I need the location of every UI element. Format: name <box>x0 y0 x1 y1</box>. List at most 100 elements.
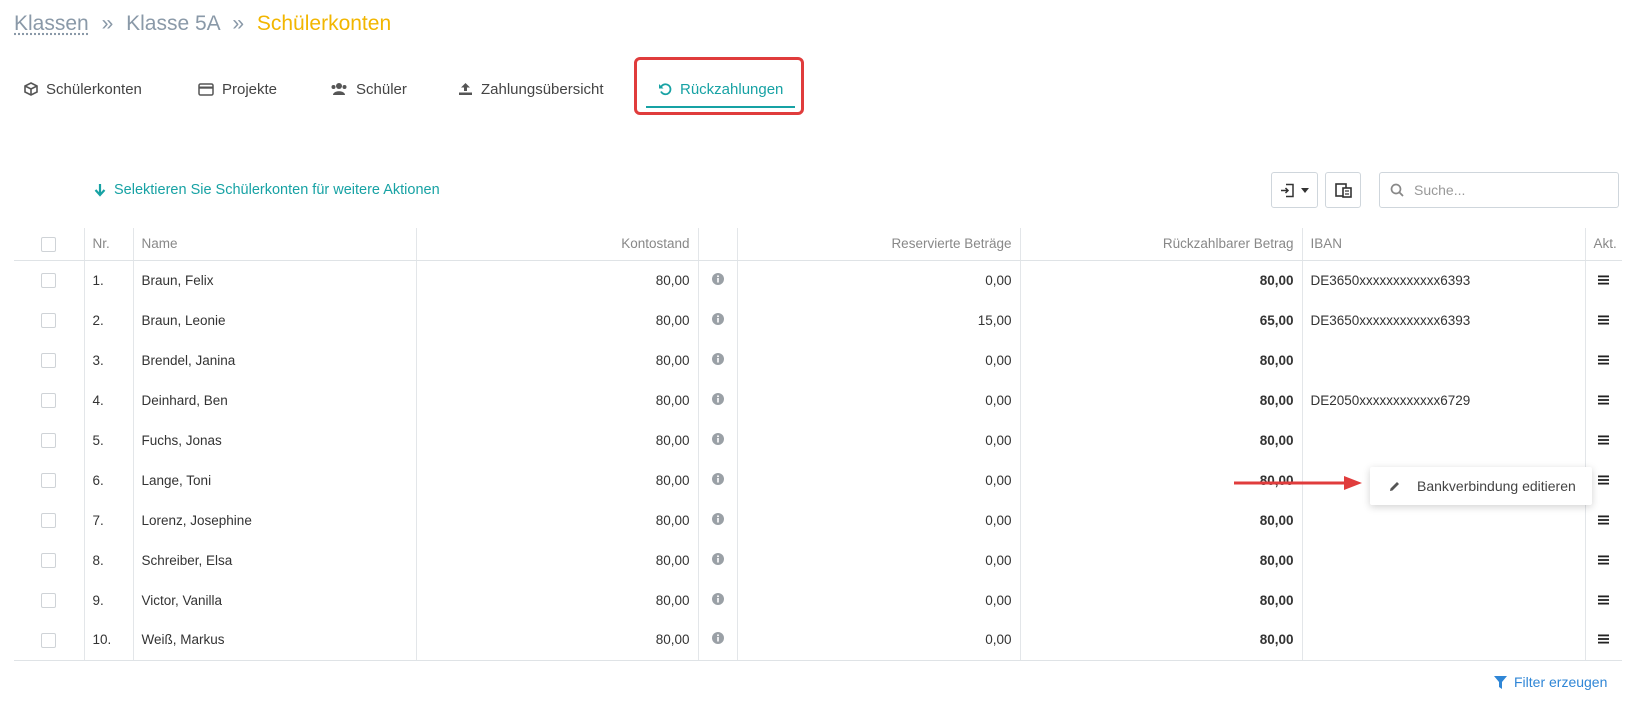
tab-schueler[interactable]: Schüler <box>330 66 407 112</box>
cell-info <box>697 420 737 460</box>
tab-projekte[interactable]: Projekte <box>198 66 277 112</box>
table-row[interactable]: 4. Deinhard, Ben 80,00 0,00 80,00 DE2050xxxxx… <box>14 380 1622 420</box>
info-icon[interactable] <box>711 312 724 325</box>
cell-nr: 7. <box>83 500 133 540</box>
table-row[interactable]: 7. Lorenz, Josephine 80,00 0,00 80,00 <box>14 500 1622 540</box>
users-icon <box>331 83 347 95</box>
cell-info <box>697 460 737 500</box>
table-row[interactable]: 1. Braun, Felix 80,00 0,00 80,00 DE3650xxxxxx… <box>14 260 1622 300</box>
cell-name: Braun, Felix <box>132 260 416 300</box>
hamburger-menu-icon[interactable] <box>1598 435 1610 445</box>
hamburger-menu-icon[interactable] <box>1598 634 1610 644</box>
hamburger-menu-icon[interactable] <box>1598 515 1610 525</box>
search-icon <box>1390 183 1404 197</box>
cell-reserviert: 0,00 <box>736 580 1020 620</box>
export-icon <box>1281 183 1294 197</box>
cell-rueckzahlbar: 80,00 <box>1019 380 1302 420</box>
cell-kontostand: 80,00 <box>415 340 698 380</box>
breadcrumb-current: Schülerkonten <box>256 12 392 35</box>
cell-name: Schreiber, Elsa <box>132 540 416 580</box>
hamburger-menu-icon[interactable] <box>1598 355 1610 365</box>
selection-hint-text: Selektieren Sie Schülerkonten für weiter… <box>114 182 440 198</box>
cell-kontostand: 80,00 <box>415 540 698 580</box>
breadcrumb-link-klassen[interactable]: Klassen <box>14 12 89 35</box>
row-checkbox[interactable] <box>41 552 57 568</box>
table-row[interactable]: 2. Braun, Leonie 80,00 15,00 65,00 DE3650xxxx… <box>14 300 1622 340</box>
table-row[interactable]: 3. Brendel, Janina 80,00 0,00 80,00 <box>14 340 1622 380</box>
row-checkbox[interactable] <box>41 592 57 608</box>
menu-item-bankverbindung-editieren[interactable]: Bankverbindung editieren <box>1417 478 1576 494</box>
info-icon[interactable] <box>711 272 724 285</box>
column-header-iban[interactable]: IBAN <box>1301 228 1585 261</box>
row-checkbox[interactable] <box>41 472 57 488</box>
cell-nr: 9. <box>83 580 133 620</box>
column-header-kontostand[interactable]: Kontostand <box>415 228 698 261</box>
row-checkbox[interactable] <box>41 273 57 289</box>
cell-rueckzahlbar: 80,00 <box>1019 620 1302 661</box>
cell-name: Lorenz, Josephine <box>132 500 416 540</box>
row-checkbox[interactable] <box>41 632 57 648</box>
column-header-name[interactable]: Name <box>132 228 416 261</box>
cell-actions <box>1584 300 1622 340</box>
hamburger-menu-icon[interactable] <box>1598 555 1610 565</box>
row-select-cell <box>14 580 84 620</box>
row-select-cell <box>14 420 84 460</box>
table-row[interactable]: 10. Weiß, Markus 80,00 0,00 80,00 <box>14 620 1622 661</box>
info-icon[interactable] <box>711 392 724 405</box>
cell-reserviert: 0,00 <box>736 540 1020 580</box>
cell-iban: DE2050xxxxxxxxxxxx6729 <box>1301 380 1585 420</box>
info-icon[interactable] <box>711 352 724 365</box>
search-input[interactable] <box>1414 182 1604 198</box>
cell-iban <box>1301 540 1585 580</box>
column-header-rueckzahlbar[interactable]: Rückzahlbarer Betrag <box>1019 228 1302 261</box>
column-settings-button[interactable] <box>1325 172 1361 208</box>
filter-link[interactable]: Filter erzeugen <box>1494 674 1607 690</box>
cell-info <box>697 620 737 661</box>
cell-name: Lange, Toni <box>132 460 416 500</box>
cell-rueckzahlbar: 80,00 <box>1019 540 1302 580</box>
info-icon[interactable] <box>711 632 724 645</box>
cell-nr: 3. <box>83 340 133 380</box>
row-checkbox[interactable] <box>41 512 57 528</box>
selection-hint: Selektieren Sie Schülerkonten für weiter… <box>94 182 440 198</box>
cell-kontostand: 80,00 <box>415 420 698 460</box>
row-checkbox[interactable] <box>41 312 57 328</box>
info-icon[interactable] <box>711 472 724 485</box>
table-row[interactable]: 5. Fuchs, Jonas 80,00 0,00 80,00 <box>14 420 1622 460</box>
column-header-info <box>697 228 737 261</box>
row-checkbox[interactable] <box>41 352 57 368</box>
cell-info <box>697 500 737 540</box>
tab-zahlungsuebersicht[interactable]: Zahlungsübersicht <box>458 66 604 112</box>
row-checkbox[interactable] <box>41 392 57 408</box>
breadcrumb-item-klasse[interactable]: Klasse 5A <box>126 12 219 35</box>
info-icon[interactable] <box>711 592 724 605</box>
cell-nr: 2. <box>83 300 133 340</box>
column-header-nr[interactable]: Nr. <box>83 228 133 261</box>
table-row[interactable]: 8. Schreiber, Elsa 80,00 0,00 80,00 <box>14 540 1622 580</box>
cell-info <box>697 580 737 620</box>
row-select-cell <box>14 460 84 500</box>
select-all-checkbox[interactable] <box>41 236 57 252</box>
info-icon[interactable] <box>711 512 724 525</box>
columns-icon <box>1334 182 1352 198</box>
column-header-reserviert[interactable]: Reservierte Beträge <box>736 228 1020 261</box>
info-icon[interactable] <box>711 552 724 565</box>
upload-icon <box>459 83 472 95</box>
row-select-cell <box>14 300 84 340</box>
hamburger-menu-icon[interactable] <box>1598 395 1610 405</box>
arrow-down-icon <box>94 184 106 197</box>
hamburger-menu-icon[interactable] <box>1598 595 1610 605</box>
hamburger-menu-icon[interactable] <box>1598 275 1610 285</box>
table-row[interactable]: 9. Victor, Vanilla 80,00 0,00 80,00 <box>14 580 1622 620</box>
pencil-icon <box>1390 481 1399 491</box>
annotation-arrow <box>1234 476 1362 490</box>
cell-reserviert: 15,00 <box>736 300 1020 340</box>
info-icon[interactable] <box>711 432 724 445</box>
tab-schuelerkonten[interactable]: Schülerkonten <box>24 66 142 112</box>
row-checkbox[interactable] <box>41 432 57 448</box>
breadcrumb-separator: » <box>101 12 114 35</box>
hamburger-menu-icon[interactable] <box>1598 475 1610 485</box>
export-dropdown-button[interactable] <box>1271 172 1318 208</box>
hamburger-menu-icon[interactable] <box>1598 315 1610 325</box>
cell-actions <box>1584 420 1622 460</box>
